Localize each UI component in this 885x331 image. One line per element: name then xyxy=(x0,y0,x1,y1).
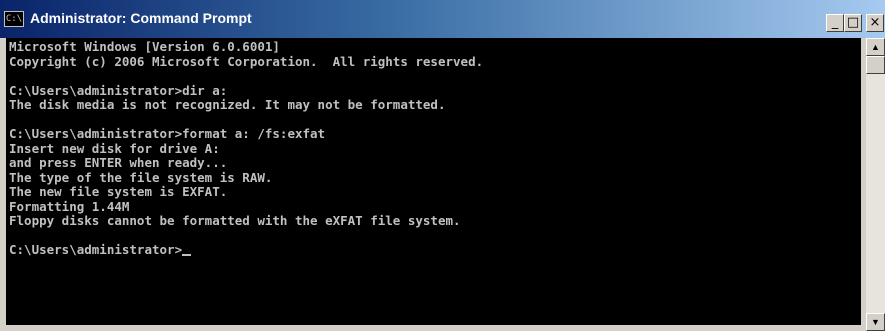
vertical-scrollbar[interactable]: ▲ ▼ xyxy=(866,38,885,331)
window-title: Administrator: Command Prompt xyxy=(30,10,252,26)
console-lines: Microsoft Windows [Version 6.0.6001] Cop… xyxy=(9,39,484,258)
title-bar[interactable]: C:\ Administrator: Command Prompt _ □ × xyxy=(0,0,885,38)
console-line: and press ENTER when ready... xyxy=(9,155,228,170)
cmd-icon[interactable]: C:\ xyxy=(4,11,24,27)
close-button[interactable]: × xyxy=(866,14,884,32)
console-line: Formatting 1.44M xyxy=(9,198,130,214)
console-line: The new file system is EXFAT. xyxy=(9,184,228,199)
maximize-button[interactable]: □ xyxy=(844,14,862,32)
scroll-down-arrow-icon[interactable]: ▼ xyxy=(866,313,885,331)
console-line: Microsoft Windows [Version 6.0.6001] xyxy=(9,39,280,54)
command-prompt-window: C:\ Administrator: Command Prompt _ □ × … xyxy=(0,0,885,331)
console-line: Copyright (c) 2006 Microsoft Corporation… xyxy=(9,53,484,69)
console-prompt-line[interactable]: C:\Users\administrator> xyxy=(9,242,483,258)
console-line: Insert new disk for drive A: xyxy=(9,140,220,156)
console-line: C:\Users\administrator>format a: /fs:exf… xyxy=(9,126,326,141)
minimize-button[interactable]: _ xyxy=(826,14,844,32)
console-output[interactable]: Microsoft Windows [Version 6.0.6001] Cop… xyxy=(6,38,861,325)
console-line: The disk media is not recognized. It may… xyxy=(9,97,446,112)
text-cursor xyxy=(182,253,192,256)
console-line: The type of the file system is RAW. xyxy=(9,169,273,185)
scroll-thumb[interactable] xyxy=(866,56,885,74)
console-prompt: C:\Users\administrator> xyxy=(9,242,183,257)
console-line: Floppy disks cannot be formatted with th… xyxy=(9,213,461,228)
scroll-up-arrow-icon[interactable]: ▲ xyxy=(866,38,885,56)
console-line: C:\Users\administrator>dir a: xyxy=(9,82,228,98)
